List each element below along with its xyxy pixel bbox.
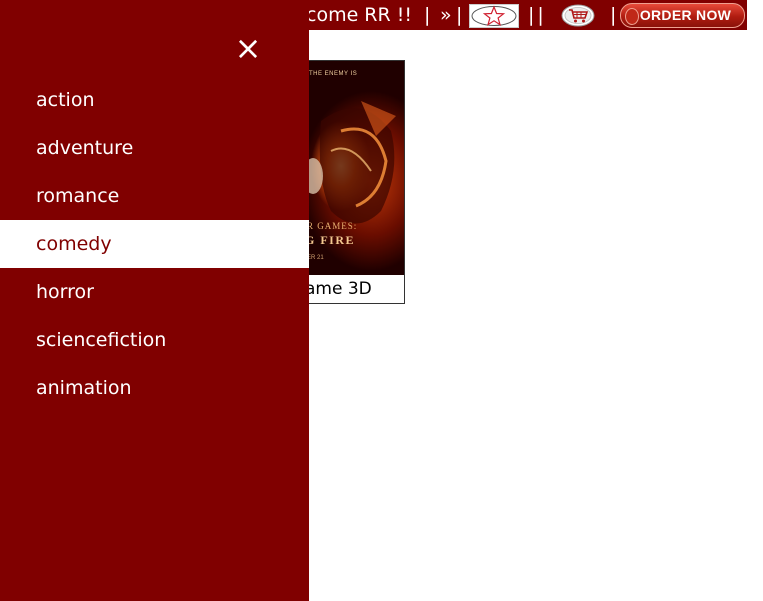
nav-item-sciencefiction[interactable]: sciencefiction	[0, 316, 309, 364]
nav-item-adventure[interactable]: adventure	[0, 124, 309, 172]
side-nav: × action adventure romance comedy horror…	[0, 0, 309, 601]
separator: |	[610, 4, 617, 26]
poster-title-main: G FIRE	[305, 233, 356, 247]
cart-icon	[561, 4, 595, 27]
welcome-text: come RR !!	[306, 4, 412, 26]
genre-list: action adventure romance comedy horror s…	[0, 76, 309, 412]
nav-item-action[interactable]: action	[0, 76, 309, 124]
nav-item-comedy[interactable]: comedy	[0, 220, 309, 268]
poster-date: ER 21	[307, 255, 324, 261]
nav-item-animation[interactable]: animation	[0, 364, 309, 412]
nav-item-horror[interactable]: horror	[0, 268, 309, 316]
star-icon	[471, 5, 517, 26]
poster-title-top: R GAMES:	[307, 221, 358, 231]
separator: |	[456, 4, 463, 26]
movie-poster[interactable]: THE ENEMY IS R GAMES: G FIRE ER 21	[301, 61, 404, 275]
separator: |	[424, 4, 431, 26]
movie-title[interactable]: ame 3D	[301, 276, 404, 303]
favorites-button[interactable]	[469, 4, 519, 28]
movie-card[interactable]: THE ENEMY IS R GAMES: G FIRE ER 21 ame 3…	[300, 60, 405, 304]
order-now-button[interactable]: ORDER NOW	[620, 3, 745, 28]
cart-button[interactable]	[561, 4, 595, 27]
close-icon[interactable]: ×	[228, 28, 268, 68]
nav-item-romance[interactable]: romance	[0, 172, 309, 220]
separator: ||	[528, 4, 547, 26]
next-link[interactable]: »	[440, 4, 452, 26]
poster-tagline: THE ENEMY IS	[309, 71, 358, 77]
